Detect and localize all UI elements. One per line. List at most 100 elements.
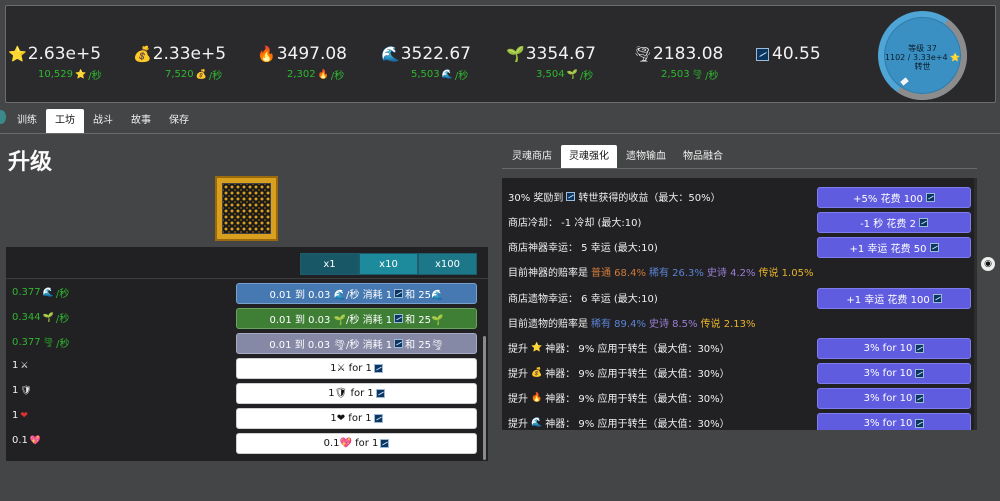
resource-value: 2.33e+5 <box>152 44 227 64</box>
owned-count: 1 ⚔ <box>12 360 28 371</box>
soul-icon <box>915 369 925 378</box>
owned-count: 1 ❤ <box>12 410 28 421</box>
upgrade-earth-button[interactable]: 0.01 到 0.03 🌱/秒 消耗 1 和 25🌱 <box>236 308 477 329</box>
buy-shield-button[interactable]: 1🛡 for 1 <box>236 383 477 404</box>
rebirth-bonus-button[interactable]: +5% 花费 100 <box>817 187 971 208</box>
artifact-luck-button[interactable]: +1 幸运 花费 50 <box>817 237 971 258</box>
level-progress-circle[interactable]: 等级 37 1102 / 3.33e+4 ⭐ 转世 <box>870 3 975 108</box>
soul-icon <box>394 289 404 298</box>
button-label: +1 幸运 花费 100 <box>846 295 930 306</box>
button-label: 1🛡 for 1 <box>328 388 374 399</box>
boost-star-artifact-button[interactable]: 3% for 10 <box>817 338 971 359</box>
wave-icon: 🌊 <box>42 287 54 298</box>
tab-soul-shop[interactable]: 灵魂商店 <box>504 145 560 168</box>
button-label: 3% for 10 <box>863 418 913 429</box>
rate-unit: /秒 <box>88 71 102 82</box>
buy-sword-button[interactable]: 1⚔ for 1 <box>236 358 477 379</box>
boost-gold-artifact-label: 提升 💰 神器： 9% 应用于转生（最大值：30%） <box>508 365 730 381</box>
right-scrollbar[interactable] <box>974 178 977 430</box>
soul-icon <box>915 344 925 353</box>
row-text: 目前遗物的赔率是 <box>508 319 588 330</box>
odds-rare: 稀有 89.4% <box>591 319 646 330</box>
buy-heart-button[interactable]: 1❤ for 1 <box>236 408 477 429</box>
boost-water-artifact-button[interactable]: 3% for 10 <box>817 413 971 430</box>
row-text: 提升 <box>508 419 528 430</box>
rebirth-label: 转世 <box>914 62 931 71</box>
owned-count: 0.1 💖 <box>12 435 41 446</box>
rate-unit: /秒 <box>55 289 70 300</box>
resource-rate: 2,503 <box>661 69 690 80</box>
edge-handle[interactable] <box>0 110 6 124</box>
main-tabs: 训练 工坊 战斗 故事 保存 <box>8 109 198 133</box>
level-number: 等级 37 <box>908 44 937 53</box>
resource-value: 3522.67 <box>400 44 471 64</box>
resource-value: 40.55 <box>772 44 821 64</box>
rate-unit: /秒 <box>705 71 719 82</box>
artifact-pattern <box>222 183 271 234</box>
tab-divider <box>0 133 1000 134</box>
row-text: 提升 <box>508 394 528 405</box>
resource-rate: 2,302 <box>287 69 316 80</box>
row-text: 目前神器的赔率是 <box>508 268 588 279</box>
row-text: 30% 奖励到 <box>508 193 564 204</box>
shop-cooldown-button[interactable]: -1 秒 花费 2 <box>817 212 971 233</box>
rate-unit: /秒 <box>330 71 345 82</box>
tab-item-fusion[interactable]: 物品融合 <box>675 145 731 168</box>
button-label: 0.01 到 0.03 🌊/秒 消耗 1 <box>269 290 393 301</box>
upgrade-water-button[interactable]: 0.01 到 0.03 🌊/秒 消耗 1 和 25🌊 <box>236 283 477 304</box>
resource-earth: 🌱 3354.67 3,504 🌱/秒 <box>506 44 596 82</box>
tab-relic-transfusion[interactable]: 遗物输血 <box>618 145 674 168</box>
soul-icon <box>373 414 383 423</box>
resource-bar: ⭐ 2.63e+5 10,529 ⭐/秒 💰 2.33e+5 7,520 💰/秒 🔥 34… <box>5 5 996 103</box>
fire-icon: 🔥 <box>257 45 276 63</box>
left-scrollbar[interactable] <box>483 336 486 460</box>
tab-soul-enhance[interactable]: 灵魂强化 <box>561 145 617 168</box>
multiplier-tabs: x1 x10 x100 <box>300 253 477 275</box>
tab-training[interactable]: 训练 <box>8 109 46 133</box>
tab-divider <box>502 168 977 169</box>
sword-icon: ⚔ <box>20 360 29 371</box>
boost-gold-artifact-button[interactable]: 3% for 10 <box>817 363 971 384</box>
artifact-image[interactable] <box>215 176 278 241</box>
multiplier-x10[interactable]: x10 <box>359 253 418 275</box>
page-title: 升级 <box>8 150 53 175</box>
soul-icon <box>929 243 939 252</box>
soul-icon <box>375 389 385 398</box>
money-bag-icon: 💰 <box>133 45 152 63</box>
owned-count: 1 🛡 <box>12 385 32 396</box>
button-label: 0.01 到 0.03 🌱/秒 消耗 1 <box>269 315 393 326</box>
soul-icon <box>918 218 928 227</box>
money-bag-icon: 💰 <box>531 367 543 378</box>
upgrade-wind-button[interactable]: 0.01 到 0.03 🌪/秒 消耗 1 和 25🌪 <box>236 333 477 354</box>
tab-battle[interactable]: 战斗 <box>84 109 122 133</box>
buy-sparkling-heart-button[interactable]: 0.1💖 for 1 <box>236 433 477 454</box>
tab-story[interactable]: 故事 <box>122 109 160 133</box>
button-label: 1❤ for 1 <box>330 413 372 424</box>
level-text: 等级 37 1102 / 3.33e+4 ⭐ 转世 <box>884 44 961 71</box>
tab-workshop[interactable]: 工坊 <box>46 109 84 133</box>
resource-wind: 🌪 2183.08 2,503 🌪/秒 <box>633 44 723 82</box>
multiplier-x100[interactable]: x100 <box>418 253 477 275</box>
shop-cooldown-label: 商店冷却： -1 冷却 (最大:10) <box>508 214 641 229</box>
wave-icon: 🌊 <box>381 45 400 63</box>
resource-value: 2.63e+5 <box>27 44 102 64</box>
star-icon: ⭐ <box>531 342 543 353</box>
star-icon: ⭐ <box>75 69 87 80</box>
boost-fire-artifact-button[interactable]: 3% for 10 <box>817 388 971 409</box>
multiplier-x1[interactable]: x1 <box>300 253 359 275</box>
boost-fire-artifact-label: 提升 🔥 神器： 9% 应用于转生（最大值：30%） <box>508 390 730 406</box>
button-label: 3% for 10 <box>863 368 913 379</box>
odds-rare: 稀有 26.3% <box>648 268 704 279</box>
soul-icon <box>915 394 925 403</box>
odds-epic: 史诗 8.5% <box>648 319 698 330</box>
relic-odds: 目前遗物的赔率是 稀有 89.4% 史诗 8.5% 传说 2.13% <box>508 315 756 330</box>
owned-value: 1 <box>12 410 19 421</box>
github-cat-icon[interactable]: ◉ <box>981 257 995 271</box>
tab-save[interactable]: 保存 <box>160 109 198 133</box>
seedling-icon: 🌱 <box>42 312 54 323</box>
row-text: 转世获得的收益（最大：50%） <box>578 193 721 204</box>
relic-luck-button[interactable]: +1 幸运 花费 100 <box>817 288 971 309</box>
row-text: 神器： 9% 应用于转生（最大值：30%） <box>545 394 730 405</box>
soul-icon <box>925 193 935 202</box>
odds-legendary: 传说 1.05% <box>758 268 814 279</box>
